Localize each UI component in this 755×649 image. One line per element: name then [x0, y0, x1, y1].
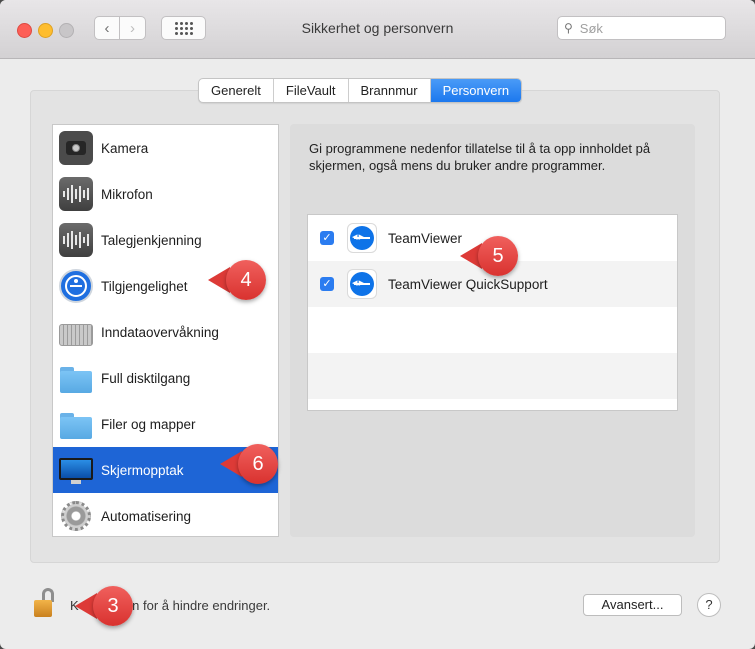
category-item-kamera[interactable]: Kamera: [53, 125, 278, 171]
callout-number: 3: [93, 586, 133, 626]
category-label: Filer og mapper: [101, 416, 196, 432]
app-checkbox[interactable]: ✓: [320, 277, 334, 291]
category-label: Tilgjengelighet: [101, 278, 188, 294]
callout-number: 4: [226, 260, 266, 300]
search-field[interactable]: ⚲: [557, 16, 726, 40]
microphone-icon: [59, 177, 93, 211]
app-name: TeamViewer QuickSupport: [388, 276, 548, 292]
category-label: Skjermopptak: [101, 462, 184, 478]
category-label: Talegjenkjenning: [101, 232, 202, 248]
callout-4: 4: [208, 260, 268, 300]
tab-filevault[interactable]: FileVault: [274, 79, 349, 102]
category-item-automatisering[interactable]: Automatisering: [53, 493, 278, 536]
tab-personvern[interactable]: Personvern: [430, 79, 522, 102]
search-input[interactable]: [577, 19, 712, 37]
speech-recognition-icon: [59, 223, 93, 257]
callout-3: 3: [75, 586, 137, 626]
empty-row: [308, 353, 677, 399]
display-icon: [59, 453, 93, 487]
category-label: Full disktilgang: [101, 370, 191, 386]
category-item-mikrofon[interactable]: Mikrofon: [53, 171, 278, 217]
category-label: Automatisering: [101, 508, 192, 524]
app-checkbox[interactable]: ✓: [320, 231, 334, 245]
tab-generelt[interactable]: Generelt: [199, 79, 274, 102]
folder-icon: [59, 407, 93, 441]
category-label: Mikrofon: [101, 186, 153, 202]
accessibility-icon: [59, 269, 93, 303]
search-icon: ⚲: [564, 21, 573, 35]
preferences-window: ‹ › Sikkerhet og personvern ⚲ Generelt F…: [0, 0, 755, 649]
gear-icon: [59, 499, 93, 533]
category-item-talegjenkjenning[interactable]: Talegjenkjenning: [53, 217, 278, 263]
help-button[interactable]: ?: [697, 593, 721, 617]
category-item-inndataovervakning[interactable]: Inndataovervåkning: [53, 309, 278, 355]
teamviewer-icon: [347, 223, 377, 253]
category-label: Kamera: [101, 140, 149, 156]
padlock-icon[interactable]: [34, 588, 56, 618]
permission-description: Gi programmene nedenfor tillatelse til å…: [309, 141, 651, 173]
callout-5: 5: [460, 236, 522, 276]
category-label: Inndataovervåkning: [101, 324, 219, 340]
callout-6: 6: [220, 444, 282, 484]
callout-number: 5: [478, 236, 518, 276]
keyboard-icon: [59, 324, 93, 346]
advanced-button[interactable]: Avansert...: [583, 594, 682, 616]
title-bar: ‹ › Sikkerhet og personvern ⚲: [0, 0, 755, 59]
empty-row: [308, 307, 677, 353]
tab-bar: Generelt FileVault Brannmur Personvern: [198, 78, 523, 103]
callout-number: 6: [238, 444, 278, 484]
tab-brannmur[interactable]: Brannmur: [349, 79, 431, 102]
category-item-filer-og-mapper[interactable]: Filer og mapper: [53, 401, 278, 447]
teamviewer-icon: [347, 269, 377, 299]
camera-icon: [59, 131, 93, 165]
folder-icon: [59, 361, 93, 395]
category-item-full-disktilgang[interactable]: Full disktilgang: [53, 355, 278, 401]
app-name: TeamViewer: [388, 230, 463, 246]
